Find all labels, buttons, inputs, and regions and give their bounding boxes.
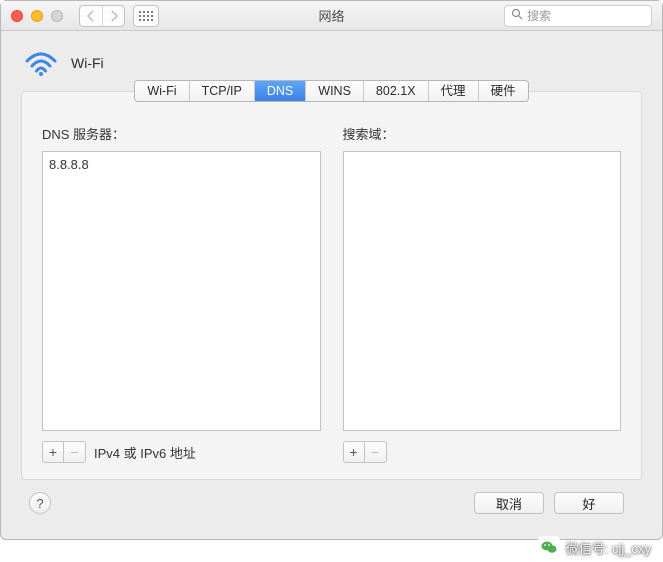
forward-button[interactable]: [102, 6, 124, 26]
search-domain-remove-button[interactable]: −: [365, 441, 387, 463]
dns-servers-column: DNS 服务器： 8.8.8.8 + − IPv4: [42, 124, 321, 463]
dns-list-footer: + − IPv4 或 IPv6 地址: [42, 441, 321, 463]
search-icon: [511, 8, 523, 23]
tab-hardware[interactable]: 硬件: [478, 81, 528, 101]
settings-sheet: Wi-Fi TCP/IP DNS WINS 802.1X 代理 硬件 DNS 服…: [21, 91, 642, 480]
wechat-icon: [538, 536, 560, 558]
tab-wins[interactable]: WINS: [305, 81, 363, 101]
tab-proxies[interactable]: 代理: [428, 81, 478, 101]
dns-add-remove: + −: [42, 441, 86, 463]
search-domains-add-remove: + −: [343, 441, 387, 463]
dns-hint: IPv4 或 IPv6 地址: [94, 443, 196, 462]
list-item[interactable]: 8.8.8.8: [49, 156, 314, 173]
plus-icon: +: [49, 444, 57, 460]
search-domains-footer: + −: [343, 441, 622, 463]
preferences-window: 网络 Wi-Fi Wi-Fi TCP: [0, 0, 663, 540]
search-field[interactable]: [504, 5, 652, 27]
search-domain-add-button[interactable]: +: [343, 441, 365, 463]
dns-add-button[interactable]: +: [42, 441, 64, 463]
titlebar: 网络: [1, 1, 662, 31]
tabs: Wi-Fi TCP/IP DNS WINS 802.1X 代理 硬件: [134, 80, 528, 102]
minus-icon: −: [371, 444, 379, 460]
close-window-button[interactable]: [11, 10, 23, 22]
search-domains-list[interactable]: [343, 151, 622, 431]
content-area: Wi-Fi Wi-Fi TCP/IP DNS WINS 802.1X 代理 硬件…: [1, 31, 662, 528]
chevron-right-icon: [110, 10, 118, 22]
traffic-lights: [11, 10, 63, 22]
tab-tcpip[interactable]: TCP/IP: [189, 81, 254, 101]
interface-header: Wi-Fi: [21, 49, 642, 77]
chevron-left-icon: [87, 10, 95, 22]
watermark: 微信号: cjj_cxy: [538, 536, 651, 558]
grid-icon: [139, 11, 153, 21]
watermark-text: 微信号: cjj_cxy: [566, 538, 651, 557]
search-domains-column: 搜索域： + −: [343, 124, 622, 463]
dns-remove-button[interactable]: −: [64, 441, 86, 463]
columns: DNS 服务器： 8.8.8.8 + − IPv4: [40, 124, 623, 463]
minus-icon: −: [70, 444, 78, 460]
dns-servers-list[interactable]: 8.8.8.8: [42, 151, 321, 431]
tab-8021x[interactable]: 802.1X: [363, 81, 428, 101]
show-all-button[interactable]: [133, 5, 159, 27]
tab-wifi[interactable]: Wi-Fi: [135, 81, 188, 101]
cancel-button[interactable]: 取消: [474, 492, 544, 514]
search-domains-label: 搜索域：: [343, 124, 622, 143]
plus-icon: +: [349, 444, 357, 460]
tabs-row: Wi-Fi TCP/IP DNS WINS 802.1X 代理 硬件: [40, 80, 623, 102]
help-button[interactable]: ?: [29, 492, 51, 514]
ok-button[interactable]: 好: [554, 492, 624, 514]
tab-dns[interactable]: DNS: [254, 81, 305, 101]
search-input[interactable]: [527, 9, 645, 23]
zoom-window-button[interactable]: [51, 10, 63, 22]
interface-label: Wi-Fi: [71, 55, 104, 71]
bottom-bar: ? 取消 好: [21, 480, 642, 514]
back-button[interactable]: [80, 6, 102, 26]
help-icon: ?: [36, 496, 43, 511]
wifi-icon: [25, 49, 57, 77]
minimize-window-button[interactable]: [31, 10, 43, 22]
nav-buttons: [79, 5, 125, 27]
dns-servers-label: DNS 服务器：: [42, 124, 321, 143]
